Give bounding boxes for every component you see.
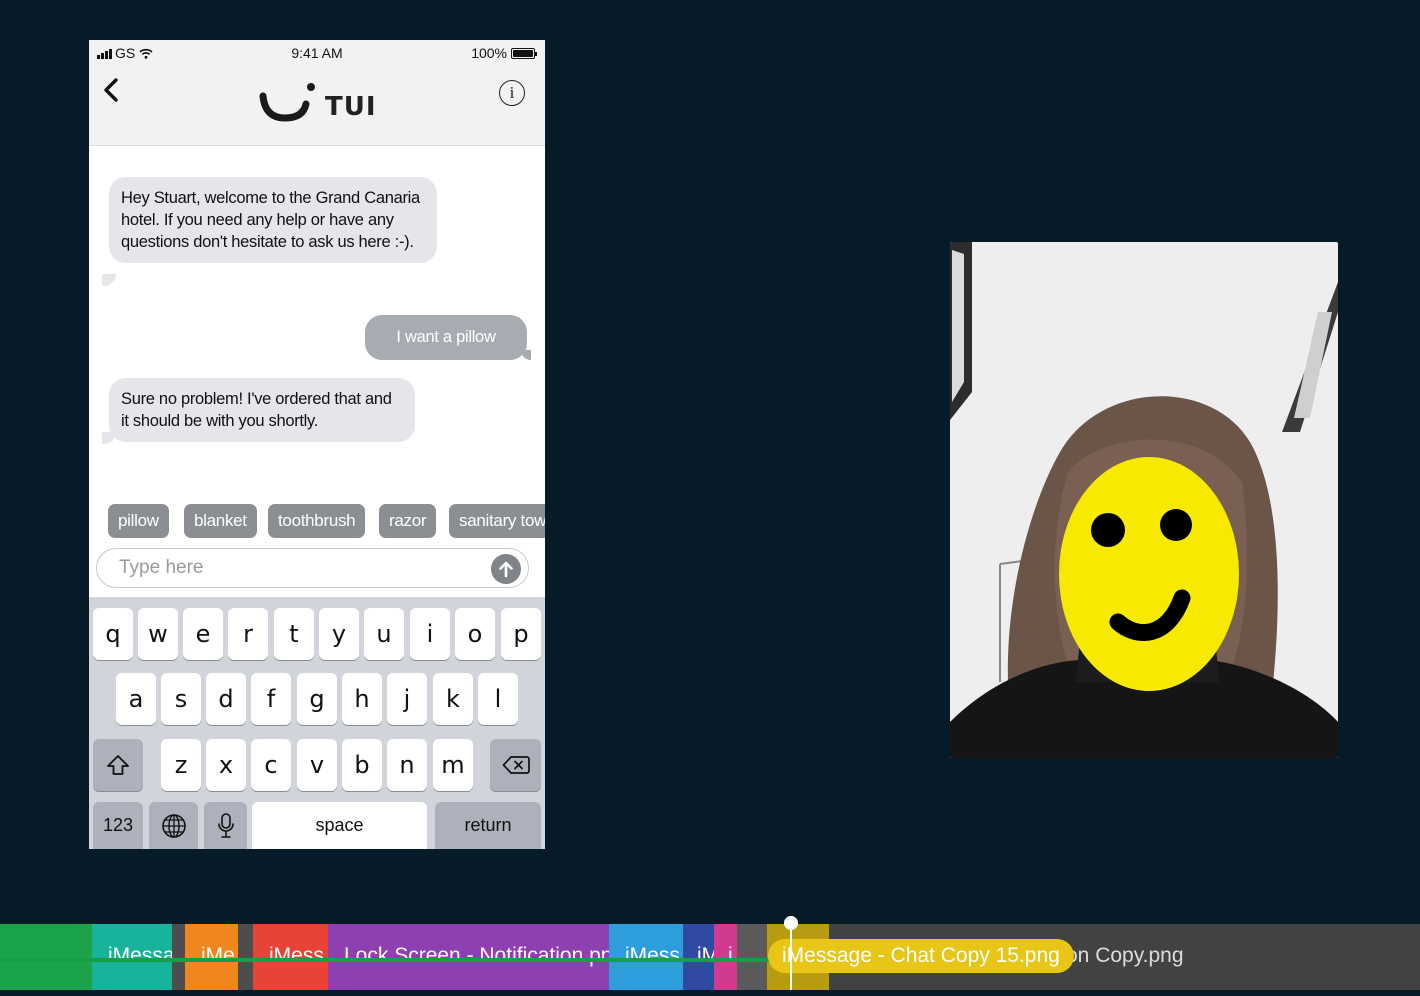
quick-reply-toothbrush[interactable]: toothbrush bbox=[268, 504, 366, 538]
globe-icon bbox=[161, 814, 186, 838]
timeline-clip[interactable]: iMess bbox=[609, 924, 683, 990]
timeline-clip[interactable]: iMessa bbox=[92, 924, 172, 990]
next-clip-label: on Copy.png bbox=[1066, 944, 1184, 967]
shift-arrow-icon bbox=[107, 755, 129, 775]
key-r[interactable]: r bbox=[228, 608, 268, 660]
key-t[interactable]: t bbox=[274, 608, 314, 660]
chat-thread: Hey Stuart, welcome to the Grand Canaria… bbox=[89, 147, 545, 497]
space-key[interactable]: space bbox=[252, 802, 427, 849]
timeline-progress bbox=[0, 958, 790, 962]
logo-text: TUI bbox=[325, 92, 377, 122]
key-x[interactable]: x bbox=[206, 739, 246, 791]
nav-bar: TUI i bbox=[89, 66, 545, 146]
key-j[interactable]: j bbox=[387, 673, 427, 725]
key-f[interactable]: f bbox=[251, 673, 291, 725]
delete-key[interactable] bbox=[490, 739, 541, 791]
battery-icon bbox=[511, 47, 537, 59]
shift-key[interactable] bbox=[93, 739, 143, 791]
keyboard: q w e r t y u i o p a s d f g h j k l z … bbox=[89, 597, 545, 849]
timeline-clip[interactable] bbox=[238, 924, 254, 990]
dictation-key[interactable] bbox=[204, 802, 247, 849]
key-a[interactable]: a bbox=[116, 673, 156, 725]
send-arrow-icon[interactable] bbox=[491, 554, 521, 584]
quick-reply-sanitary[interactable]: sanitary tow bbox=[449, 504, 545, 538]
timeline-clip[interactable] bbox=[737, 924, 767, 990]
playhead-handle[interactable] bbox=[784, 916, 798, 930]
timeline-clip[interactable]: iM bbox=[683, 924, 714, 990]
tui-smile-icon bbox=[259, 83, 315, 122]
key-l[interactable]: l bbox=[478, 673, 518, 725]
message-input[interactable] bbox=[119, 557, 479, 579]
quick-reply-blanket[interactable]: blanket bbox=[184, 504, 257, 538]
key-v[interactable]: v bbox=[297, 739, 337, 791]
bubble-tail bbox=[102, 274, 116, 286]
key-i[interactable]: i bbox=[410, 608, 450, 660]
key-e[interactable]: e bbox=[183, 608, 223, 660]
info-icon[interactable]: i bbox=[499, 80, 525, 106]
message-incoming: Sure no problem! I've ordered that and i… bbox=[109, 378, 415, 442]
key-b[interactable]: b bbox=[342, 739, 382, 791]
battery-label: 100% bbox=[471, 45, 507, 61]
key-z[interactable]: z bbox=[161, 739, 201, 791]
backspace-icon bbox=[502, 756, 530, 774]
key-g[interactable]: g bbox=[297, 673, 337, 725]
quick-reply-pillow[interactable]: pillow bbox=[108, 504, 169, 538]
bubble-tail bbox=[102, 432, 116, 444]
timeline-clip[interactable] bbox=[0, 924, 92, 990]
key-q[interactable]: q bbox=[93, 608, 133, 660]
key-c[interactable]: c bbox=[251, 739, 291, 791]
globe-key[interactable] bbox=[149, 802, 198, 849]
timeline-track: iMessa iMe iMess Lock Screen - Notificat… bbox=[0, 924, 1420, 990]
timeline-clip[interactable]: Lock Screen - Notification.pn bbox=[328, 924, 609, 990]
quick-replies: pillow blanket toothbrush razor sanitary… bbox=[108, 504, 545, 538]
key-y[interactable]: y bbox=[319, 608, 359, 660]
webcam-feed-image bbox=[950, 242, 1338, 758]
message-incoming: Hey Stuart, welcome to the Grand Canaria… bbox=[109, 177, 437, 263]
timeline-clip[interactable]: i bbox=[714, 924, 737, 990]
key-k[interactable]: k bbox=[433, 673, 473, 725]
key-d[interactable]: d bbox=[206, 673, 246, 725]
key-p[interactable]: p bbox=[501, 608, 541, 660]
key-u[interactable]: u bbox=[364, 608, 404, 660]
key-n[interactable]: n bbox=[387, 739, 427, 791]
active-clip-label[interactable]: iMessage - Chat Copy 15.png bbox=[768, 939, 1074, 973]
key-w[interactable]: w bbox=[138, 608, 178, 660]
bubble-tail bbox=[521, 350, 531, 360]
playhead[interactable] bbox=[790, 920, 792, 990]
back-chevron-icon[interactable] bbox=[101, 72, 121, 115]
status-bar: GS 9:41 AM 100% bbox=[89, 40, 545, 66]
key-m[interactable]: m bbox=[433, 739, 473, 791]
key-s[interactable]: s bbox=[161, 673, 201, 725]
message-composer bbox=[96, 548, 529, 588]
quick-reply-razor[interactable]: razor bbox=[379, 504, 437, 538]
numbers-key[interactable]: 123 bbox=[93, 802, 143, 849]
key-h[interactable]: h bbox=[342, 673, 382, 725]
timeline-clip[interactable]: iMe bbox=[185, 924, 238, 990]
return-key[interactable]: return bbox=[435, 802, 541, 849]
webcam-video bbox=[950, 242, 1338, 758]
key-o[interactable]: o bbox=[455, 608, 495, 660]
message-outgoing: I want a pillow bbox=[365, 315, 527, 360]
battery: 100% bbox=[471, 45, 537, 61]
microphone-icon bbox=[217, 813, 234, 838]
timeline-clip[interactable]: iMess bbox=[253, 924, 328, 990]
phone-screen: GS 9:41 AM 100% TUI i Hey Stuart, welcom… bbox=[89, 40, 545, 849]
tui-logo: TUI bbox=[259, 78, 377, 122]
